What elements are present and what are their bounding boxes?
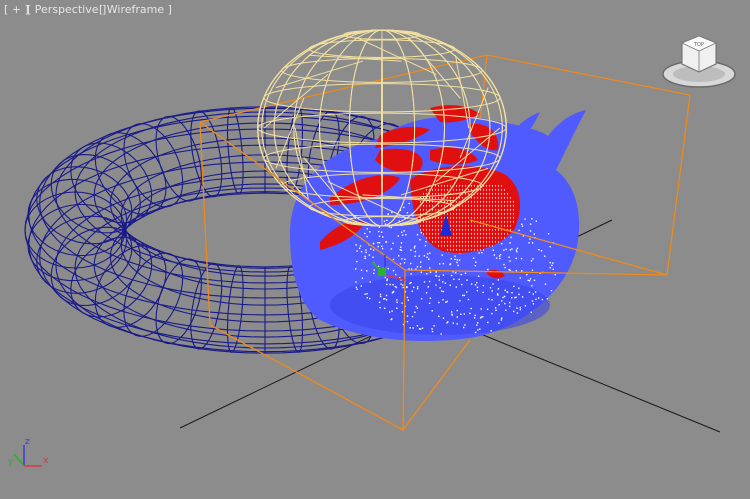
viewport-shading-label[interactable]: [ Wireframe ]: [99, 3, 172, 16]
axis-y-label: y: [8, 457, 14, 467]
axis-x-label: x: [43, 456, 49, 466]
perspective-viewport[interactable]: [ + ] [ Perspective ] [ Wireframe ] TOP …: [0, 0, 750, 499]
axis-tripod: z x y: [8, 437, 49, 467]
axis-z-label: z: [25, 437, 30, 447]
viewcube-icon[interactable]: TOP: [658, 30, 740, 96]
scene-canvas[interactable]: [0, 0, 750, 499]
viewport-view-label[interactable]: [ Perspective ]: [27, 3, 106, 16]
viewport-menu-button[interactable]: [ + ]: [4, 3, 29, 16]
viewcube-face-label: TOP: [693, 42, 704, 48]
